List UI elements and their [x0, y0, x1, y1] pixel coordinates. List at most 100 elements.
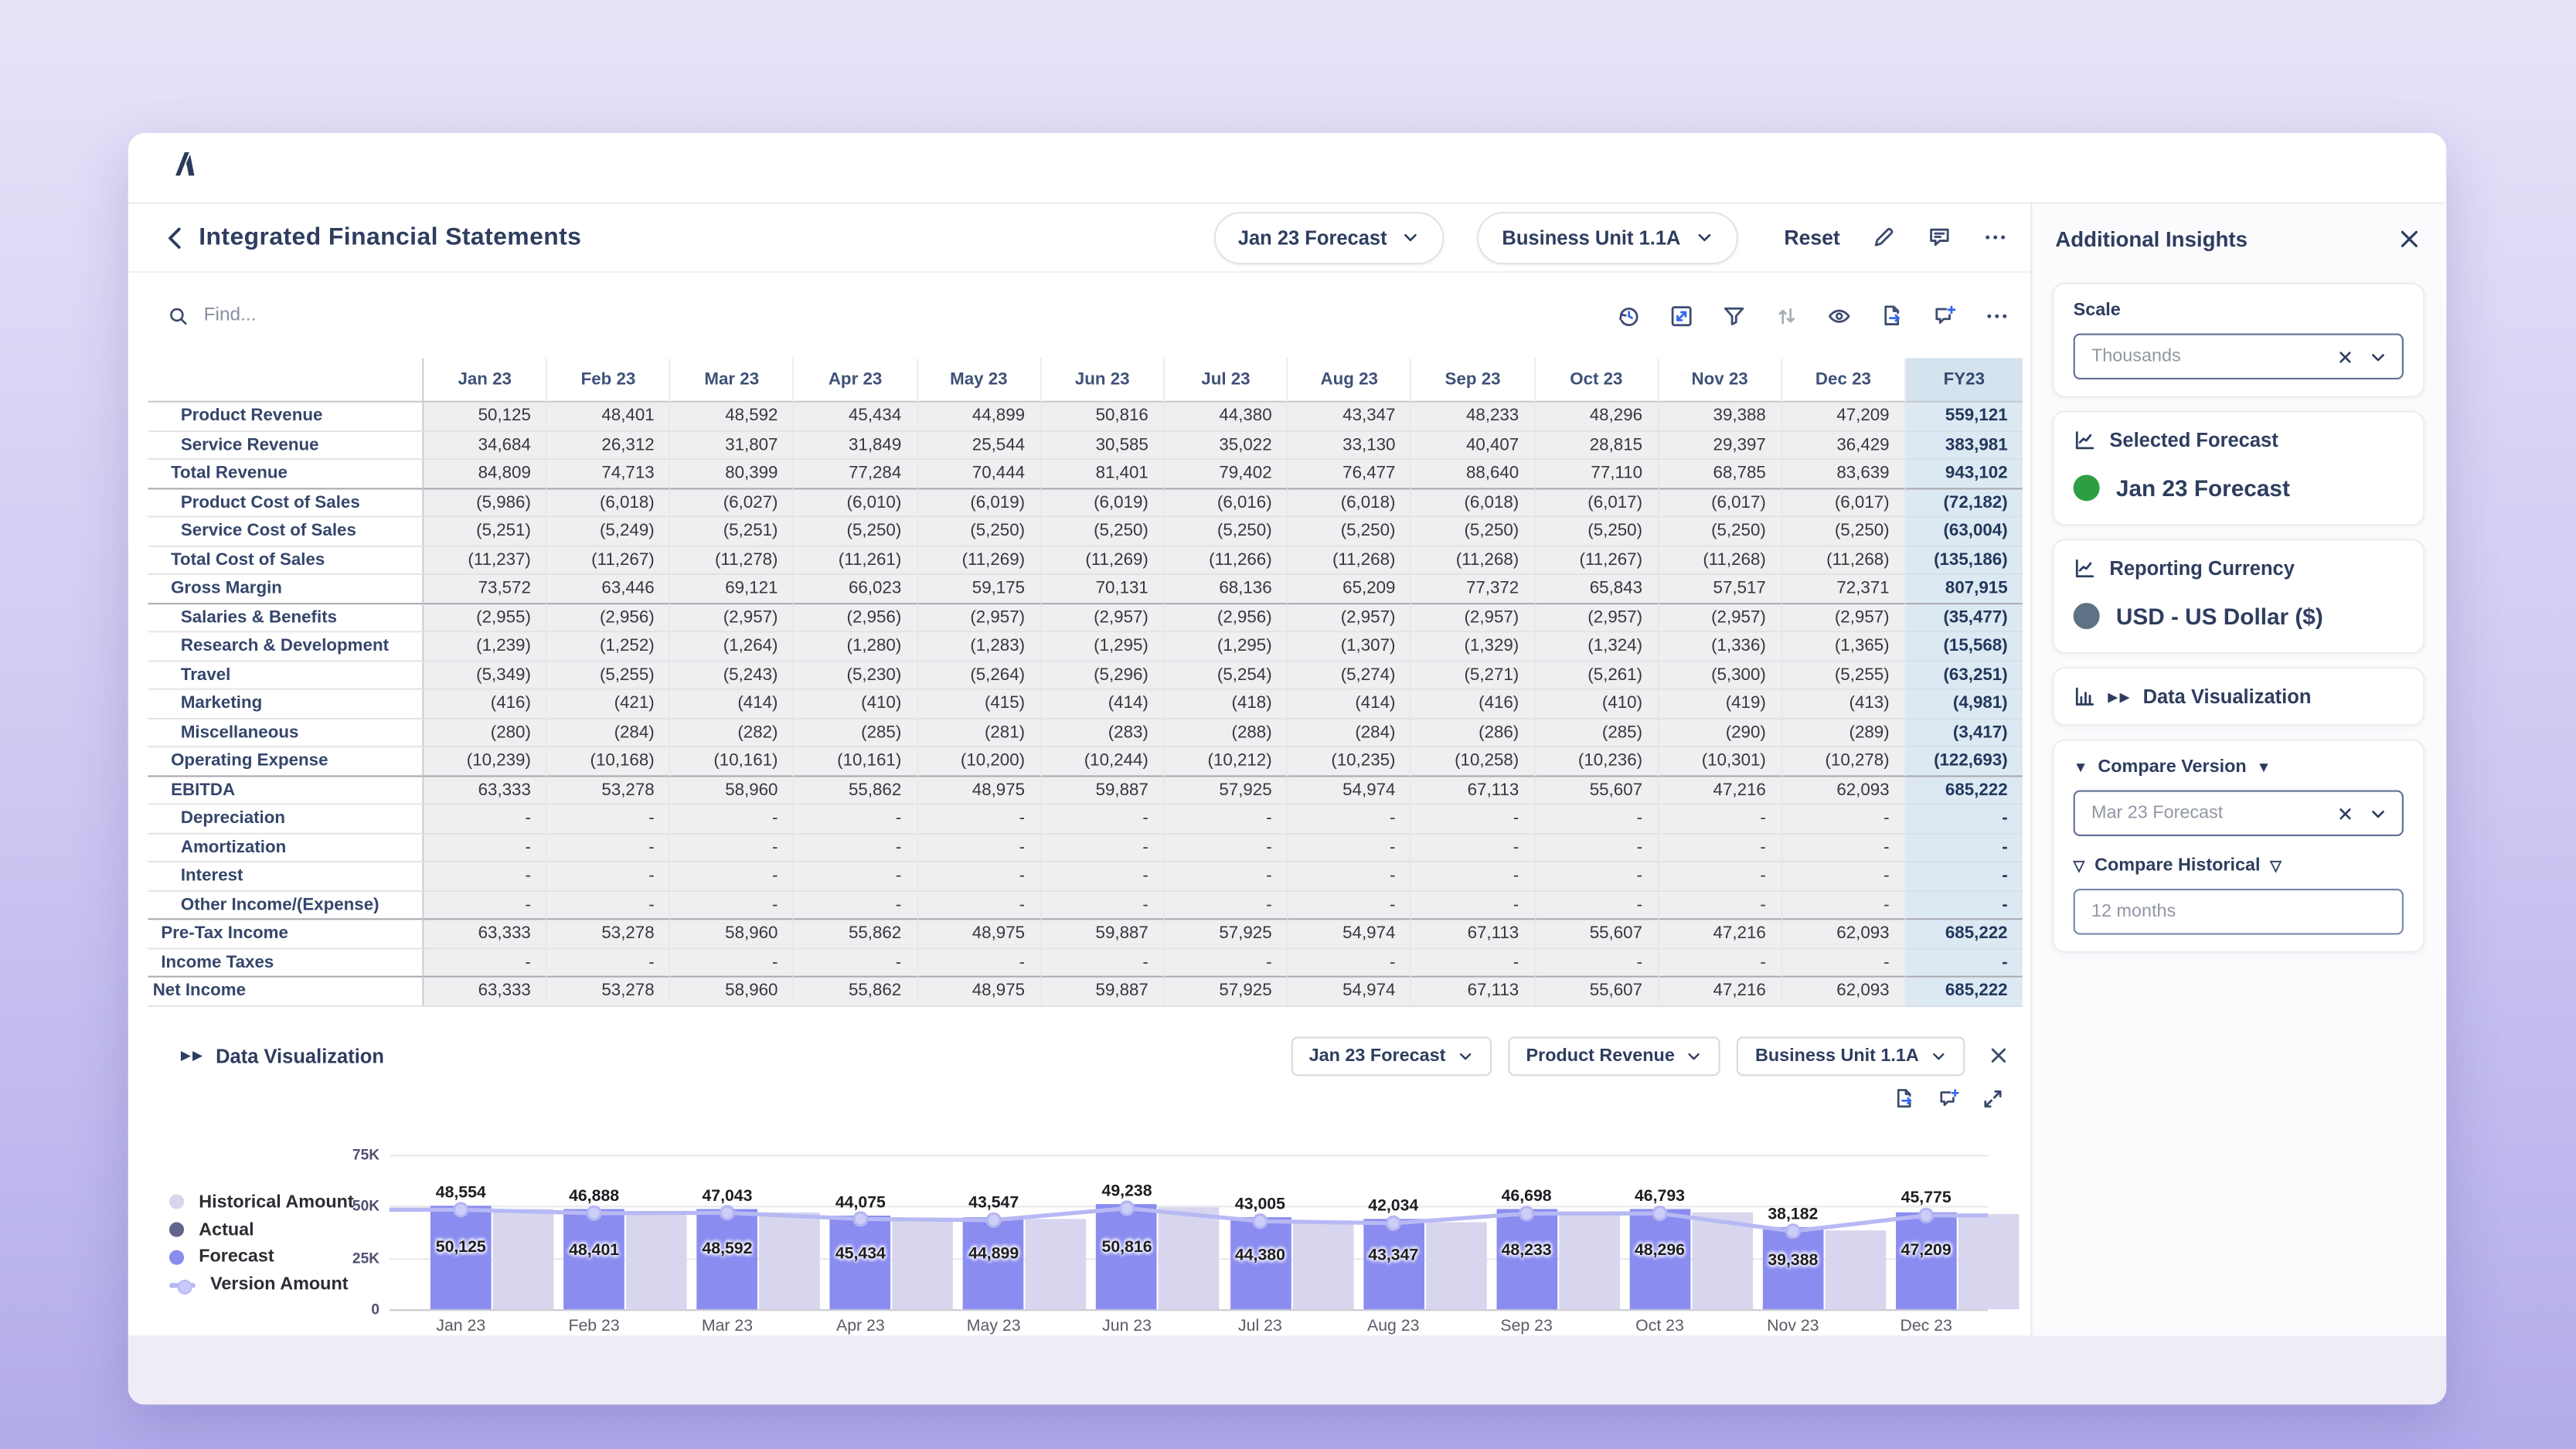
add-comment-icon[interactable]	[1932, 303, 1957, 328]
grid-cell[interactable]: 77,284	[795, 460, 918, 488]
row-label[interactable]: Service Revenue	[148, 431, 424, 460]
grid-cell[interactable]: 43,347	[1288, 403, 1412, 431]
grid-cell[interactable]: 44,899	[918, 403, 1042, 431]
grid-cell[interactable]: 25,544	[918, 431, 1042, 460]
row-label[interactable]: Interest	[148, 862, 424, 891]
column-header-jun-23[interactable]: Jun 23	[1041, 358, 1165, 402]
add-comment-icon[interactable]	[1937, 1087, 1960, 1110]
grid-cell[interactable]: 67,113	[1412, 920, 1536, 948]
column-header-jan-23[interactable]: Jan 23	[424, 358, 547, 402]
grid-cell[interactable]: 88,640	[1412, 460, 1536, 488]
column-header-fy23[interactable]: FY23	[1906, 358, 2023, 402]
grid-cell[interactable]: 63,333	[424, 920, 547, 948]
grid-cell[interactable]: (284)	[1288, 719, 1412, 747]
grid-cell[interactable]: (11,267)	[547, 546, 671, 575]
grid-cell[interactable]: -	[1782, 834, 1906, 862]
chevron-down-icon[interactable]	[2369, 348, 2387, 366]
grid-cell[interactable]: (413)	[1782, 690, 1906, 719]
column-header-oct-23[interactable]: Oct 23	[1535, 358, 1659, 402]
grid-cell[interactable]: 65,843	[1535, 575, 1659, 604]
grid-cell[interactable]: (289)	[1782, 719, 1906, 747]
grid-cell[interactable]: (11,269)	[918, 546, 1042, 575]
comment-icon[interactable]	[1927, 225, 1952, 250]
row-label[interactable]: Product Revenue	[148, 403, 424, 431]
grid-cell[interactable]: 50,125	[424, 403, 547, 431]
grid-cell[interactable]: (10,278)	[1782, 747, 1906, 776]
grid-cell[interactable]: 57,925	[1165, 776, 1288, 804]
export-icon[interactable]	[1893, 1087, 1916, 1110]
grid-cell[interactable]: 80,399	[671, 460, 795, 488]
grid-cell-fy23[interactable]: -	[1906, 805, 2023, 834]
grid-cell[interactable]: -	[1165, 891, 1288, 920]
grid-cell[interactable]: -	[1288, 891, 1412, 920]
grid-cell[interactable]: (11,261)	[795, 546, 918, 575]
grid-cell[interactable]: (5,255)	[1782, 662, 1906, 690]
history-icon[interactable]	[1617, 303, 1642, 328]
column-header-feb-23[interactable]: Feb 23	[547, 358, 671, 402]
grid-cell[interactable]: -	[1782, 949, 1906, 978]
grid-cell[interactable]: 59,887	[1041, 978, 1165, 1006]
grid-cell[interactable]: (11,269)	[1041, 546, 1165, 575]
grid-cell[interactable]: -	[795, 891, 918, 920]
grid-cell[interactable]: -	[1535, 891, 1659, 920]
grid-cell[interactable]: (2,957)	[671, 604, 795, 632]
grid-cell[interactable]: (416)	[1412, 690, 1536, 719]
grid-cell[interactable]: (1,280)	[795, 632, 918, 661]
grid-cell-fy23[interactable]: (72,182)	[1906, 488, 2023, 517]
grid-cell[interactable]: -	[424, 949, 547, 978]
bar-historical[interactable]	[1026, 1219, 1087, 1310]
grid-cell[interactable]: (414)	[1288, 690, 1412, 719]
grid-cell-fy23[interactable]: 807,915	[1906, 575, 2023, 604]
grid-cell[interactable]: (11,268)	[1288, 546, 1412, 575]
bar-forecast[interactable]	[697, 1209, 758, 1309]
grid-cell[interactable]: 29,397	[1659, 431, 1782, 460]
grid-cell[interactable]: 53,278	[547, 920, 671, 948]
column-header-may-23[interactable]: May 23	[918, 358, 1042, 402]
grid-cell[interactable]: -	[424, 834, 547, 862]
grid-cell[interactable]: -	[1041, 805, 1165, 834]
row-label[interactable]: Other Income/(Expense)	[148, 891, 424, 920]
grid-cell[interactable]: (288)	[1165, 719, 1288, 747]
grid-cell-fy23[interactable]: -	[1906, 949, 2023, 978]
grid-cell[interactable]: (6,019)	[918, 488, 1042, 517]
grid-cell[interactable]: -	[1412, 862, 1536, 891]
grid-cell[interactable]: -	[1659, 949, 1782, 978]
grid-cell[interactable]: -	[1659, 834, 1782, 862]
grid-cell-fy23[interactable]: (135,186)	[1906, 546, 2023, 575]
grid-cell[interactable]: (290)	[1659, 719, 1782, 747]
column-header-aug-23[interactable]: Aug 23	[1288, 358, 1412, 402]
grid-cell[interactable]: 65,209	[1288, 575, 1412, 604]
collapse-chevrons-icon[interactable]: ▶▶	[181, 1048, 204, 1063]
row-label[interactable]: Service Cost of Sales	[148, 518, 424, 546]
grid-cell[interactable]: -	[1535, 805, 1659, 834]
grid-cell[interactable]: (1,295)	[1041, 632, 1165, 661]
grid-cell[interactable]: 67,113	[1412, 776, 1536, 804]
grid-cell[interactable]: (286)	[1412, 719, 1536, 747]
grid-cell[interactable]: (11,268)	[1412, 546, 1536, 575]
grid-cell[interactable]: (5,349)	[424, 662, 547, 690]
grid-cell[interactable]: 31,849	[795, 431, 918, 460]
grid-cell-fy23[interactable]: (15,568)	[1906, 632, 2023, 661]
grid-cell[interactable]: 67,113	[1412, 978, 1536, 1006]
grid-cell[interactable]: (5,250)	[1288, 518, 1412, 546]
grid-cell[interactable]: 59,887	[1041, 776, 1165, 804]
grid-cell[interactable]: 55,607	[1535, 978, 1659, 1006]
grid-cell[interactable]: -	[1165, 834, 1288, 862]
grid-cell[interactable]: (6,016)	[1165, 488, 1288, 517]
grid-cell-fy23[interactable]: 685,222	[1906, 776, 2023, 804]
grid-cell[interactable]: (410)	[1535, 690, 1659, 719]
sort-icon[interactable]	[1775, 303, 1799, 328]
grid-cell[interactable]: (5,243)	[671, 662, 795, 690]
grid-cell[interactable]: -	[1412, 805, 1536, 834]
grid-cell[interactable]: 66,023	[795, 575, 918, 604]
grid-cell-fy23[interactable]: (4,981)	[1906, 690, 2023, 719]
grid-cell[interactable]: 58,960	[671, 776, 795, 804]
grid-cell-fy23[interactable]: -	[1906, 862, 2023, 891]
grid-cell[interactable]: -	[1659, 862, 1782, 891]
viz-filter-product-revenue[interactable]: Product Revenue	[1508, 1036, 1720, 1075]
row-label[interactable]: Salaries & Benefits	[148, 604, 424, 632]
grid-cell[interactable]: 57,925	[1165, 920, 1288, 948]
grid-cell[interactable]: (414)	[671, 690, 795, 719]
grid-cell[interactable]: (5,230)	[795, 662, 918, 690]
grid-cell[interactable]: -	[918, 949, 1042, 978]
